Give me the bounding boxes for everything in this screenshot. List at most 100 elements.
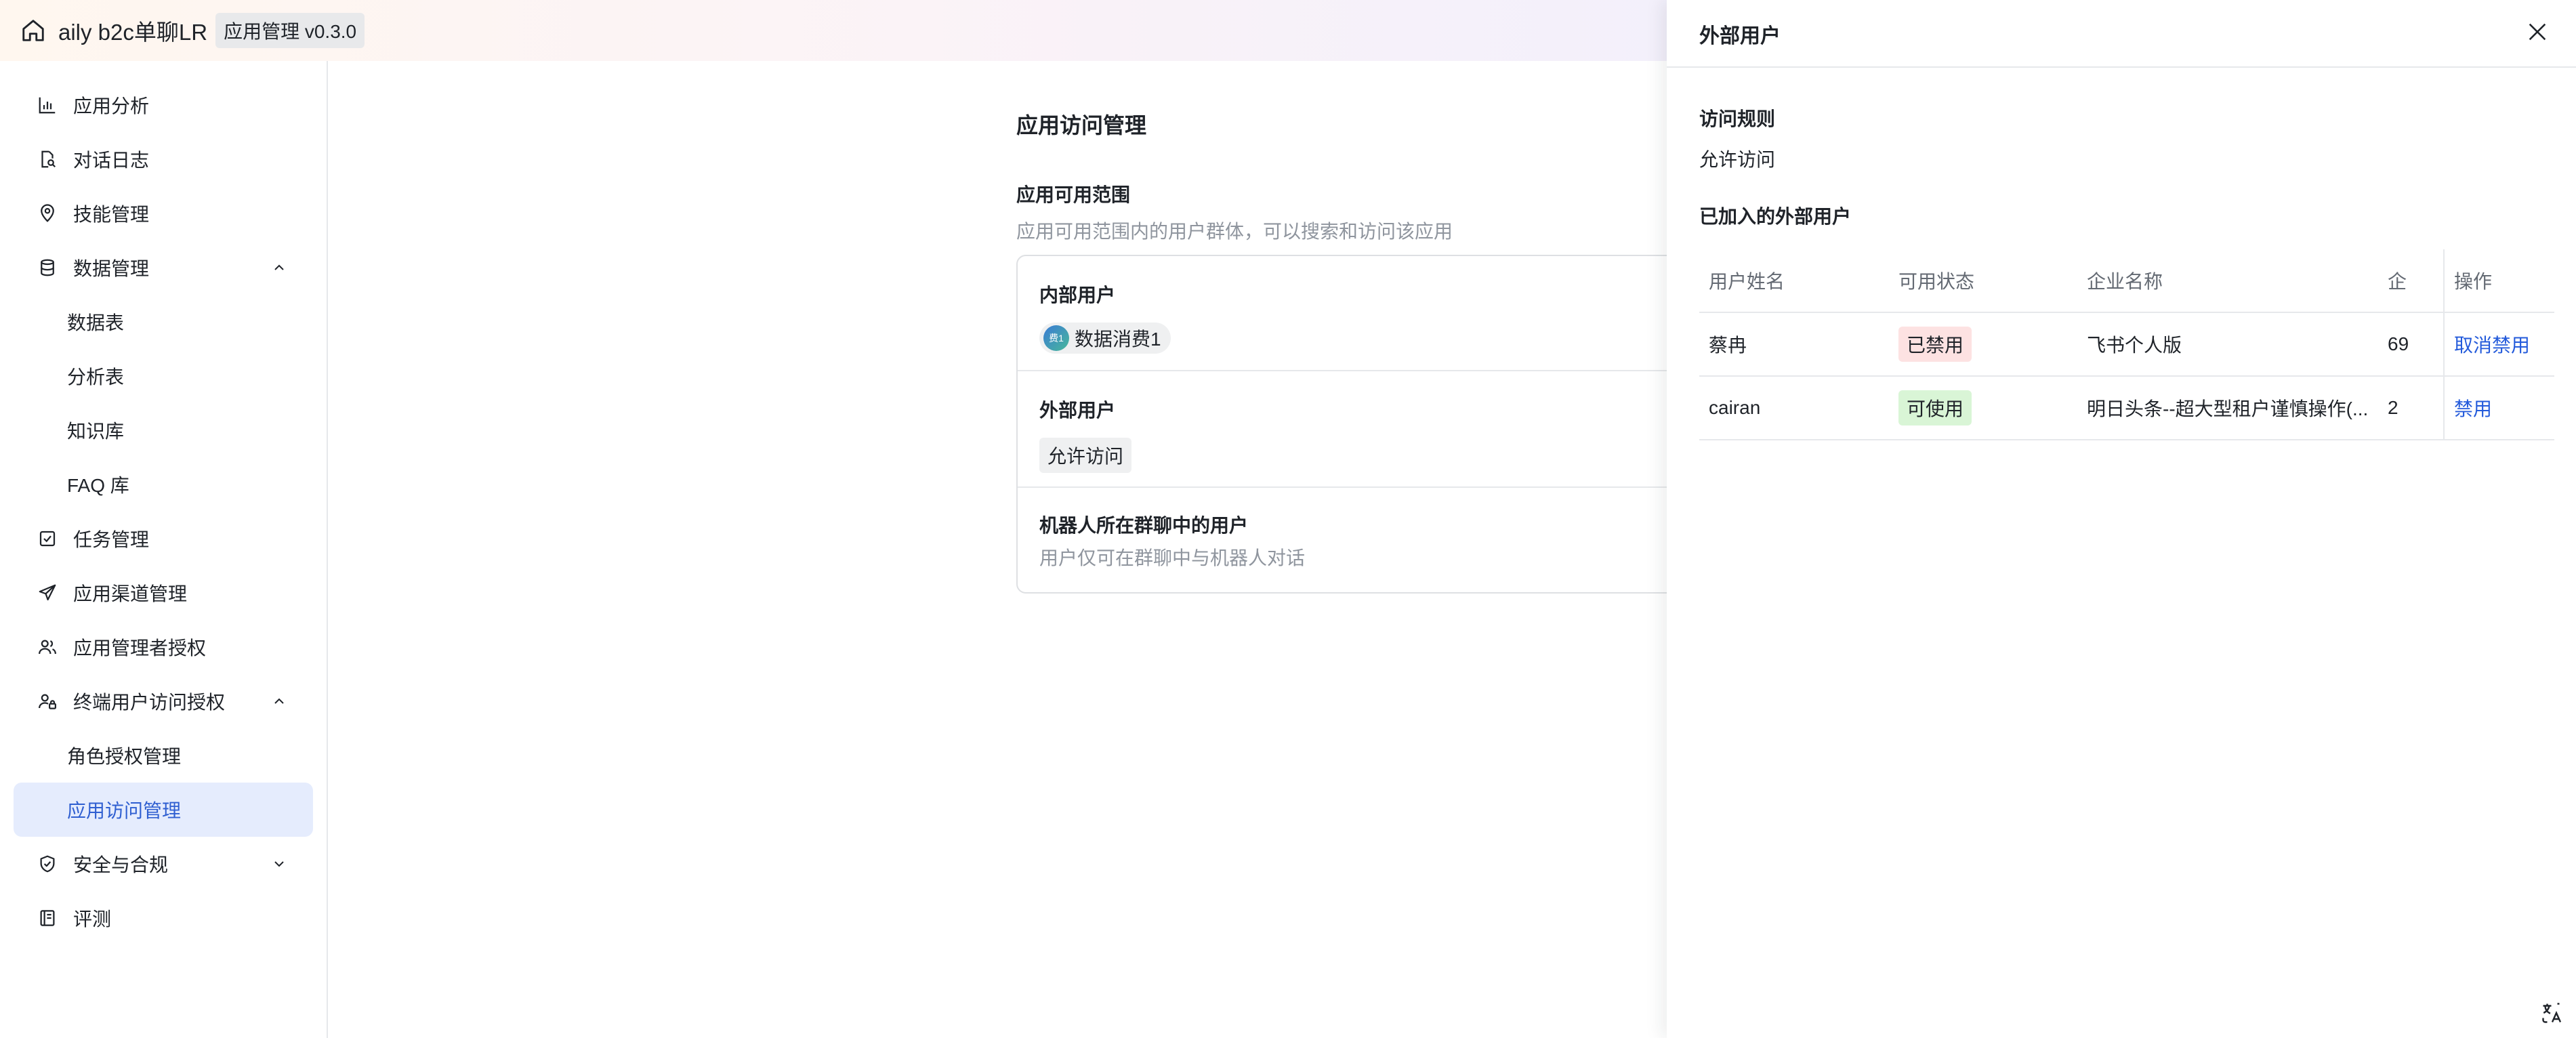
internal-users-title: 内部用户 — [1039, 285, 1116, 306]
sidebar-item-label: 应用分析 — [73, 96, 150, 117]
scope-title: 应用可用范围 — [1016, 184, 1131, 205]
sidebar-item-label: 技能管理 — [73, 204, 150, 225]
translate-icon[interactable] — [2537, 997, 2568, 1029]
top-bar: aily b2c单聊LR 应用管理 v0.3.0 — [0, 0, 1667, 61]
company-cell: 明日头条--超大型租户谨慎操作(... — [2087, 398, 2369, 419]
avatar: 费1 — [1043, 325, 1069, 351]
group-chat-users-desc: 用户仅可在群聊中与机器人对话 — [1039, 547, 1306, 568]
sidebar-item-evaluation[interactable]: 评测 — [14, 891, 313, 945]
user-group-chip-label: 数据消费1 — [1075, 329, 1161, 350]
app-version-badge: 应用管理 v0.3.0 — [215, 13, 365, 48]
sidebar-item-label: 数据管理 — [73, 258, 150, 279]
sidebar-item-label: 分析表 — [67, 367, 125, 388]
truncated-cell: 2 — [2388, 397, 2398, 418]
sidebar-item-label: 知识库 — [67, 421, 125, 442]
sidebar-item-analysis-table[interactable]: 分析表 — [14, 349, 313, 403]
sidebar-item-channels[interactable]: 应用渠道管理 — [14, 566, 313, 620]
sidebar-item-label: 角色授权管理 — [67, 746, 182, 767]
sidebar-item-end-user-auth[interactable]: 终端用户访问授权 — [14, 674, 313, 728]
group-chat-users-title: 机器人所在群聊中的用户 — [1039, 515, 1249, 536]
external-users-title: 外部用户 — [1039, 400, 1116, 421]
location-pin-icon — [34, 200, 61, 227]
sidebar-item-label: 应用渠道管理 — [73, 583, 188, 604]
table-row: 蔡冉 已禁用 飞书个人版 69 取消禁用 — [1699, 313, 2554, 377]
sidebar-item-label: 安全与合规 — [73, 854, 169, 875]
user-group-chip[interactable]: 费1 数据消费1 — [1039, 323, 1171, 354]
sidebar-item-data-table[interactable]: 数据表 — [14, 295, 313, 349]
access-rule-value: 允许访问 — [1699, 149, 1776, 170]
user-lock-icon — [34, 688, 61, 715]
column-header-truncated: 企 — [2388, 271, 2407, 292]
sidebar-item-role-auth[interactable]: 角色授权管理 — [14, 728, 313, 783]
bar-chart-icon — [34, 91, 61, 119]
sidebar-item-label: 终端用户访问授权 — [73, 692, 226, 713]
close-icon — [2526, 20, 2549, 47]
divider — [1018, 486, 1760, 488]
sidebar-item-label: 对话日志 — [73, 150, 150, 171]
sidebar-item-app-analysis[interactable]: 应用分析 — [14, 78, 313, 132]
internal-users-section: 内部用户 费1 数据消费1 — [1018, 281, 1760, 354]
joined-users-label: 已加入的外部用户 — [1699, 206, 1852, 227]
send-icon — [34, 579, 61, 606]
table-row: cairan 可使用 明日头条--超大型租户谨慎操作(... 2 禁用 — [1699, 377, 2554, 440]
database-icon — [34, 254, 61, 281]
chevron-up-icon[interactable] — [266, 254, 293, 281]
home-icon[interactable] — [16, 14, 50, 47]
page-title: 应用访问管理 — [1016, 113, 1147, 138]
status-cell: 已禁用 — [1898, 313, 2075, 375]
clipboard-icon — [34, 905, 61, 932]
table-header-row: 用户姓名 可用状态 企业名称 企 操作 — [1699, 249, 2554, 313]
sidebar-item-faq[interactable]: FAQ 库 — [14, 457, 313, 512]
external-users-drawer: 外部用户 访问规则 允许访问 已加入的外部用户 用户姓名 可用状态 企业名称 企… — [1667, 0, 2576, 1038]
group-chat-users-section: 机器人所在群聊中的用户 用户仅可在群聊中与机器人对话 — [1018, 511, 1760, 570]
drawer-header: 外部用户 — [1667, 0, 2576, 68]
scope-card: 内部用户 费1 数据消费1 外部用户 允许访问 机器人所在群聊中的用户 用户仅可… — [1016, 255, 1762, 594]
sidebar-item-label: 评测 — [73, 909, 112, 930]
sidebar-item-label: 应用访问管理 — [67, 800, 182, 821]
chevron-down-icon[interactable] — [266, 850, 293, 877]
column-header-action: 操作 — [2443, 249, 2554, 312]
sidebar-item-chat-log[interactable]: 对话日志 — [14, 132, 313, 186]
main-content: 应用访问管理 应用可用范围 应用可用范围内的用户群体，可以搜索和访问该应用 内部… — [329, 61, 1762, 1038]
ban-link[interactable]: 禁用 — [2454, 394, 2492, 421]
shield-check-icon — [34, 850, 61, 877]
divider — [1018, 370, 1760, 371]
sidebar-item-knowledge-base[interactable]: 知识库 — [14, 403, 313, 457]
truncated-cell: 69 — [2388, 333, 2409, 354]
sidebar-item-label: 任务管理 — [73, 529, 150, 550]
user-name-cell: cairan — [1709, 397, 1761, 418]
sidebar-item-admin-auth[interactable]: 应用管理者授权 — [14, 620, 313, 674]
external-users-table: 用户姓名 可用状态 企业名称 企 操作 蔡冉 已禁用 飞书个人版 69 取消禁用… — [1699, 249, 2554, 440]
company-cell: 飞书个人版 — [2087, 335, 2182, 356]
column-header-name: 用户姓名 — [1709, 271, 1785, 292]
access-rule-label: 访问规则 — [1699, 108, 1776, 129]
action-cell: 取消禁用 — [2443, 313, 2554, 375]
sidebar-item-label: FAQ 库 — [67, 475, 129, 496]
unban-link[interactable]: 取消禁用 — [2454, 331, 2530, 358]
action-cell: 禁用 — [2443, 377, 2554, 439]
doc-search-icon — [34, 146, 61, 173]
external-users-section[interactable]: 外部用户 允许访问 — [1018, 396, 1760, 473]
sidebar-item-label: 应用管理者授权 — [73, 638, 207, 659]
status-cell: 可使用 — [1898, 377, 2075, 439]
sidebar-item-security[interactable]: 安全与合规 — [14, 837, 313, 891]
users-icon — [34, 634, 61, 661]
sidebar: 应用分析 对话日志 技能管理 数据管理 数据表 分析表 知识库 FAQ 库 任务… — [0, 61, 328, 1038]
app-name: aily b2c单聊LR — [58, 20, 208, 45]
chevron-up-icon[interactable] — [266, 688, 293, 715]
status-badge: 已禁用 — [1898, 327, 1972, 362]
status-badge: 可使用 — [1898, 390, 1972, 425]
close-button[interactable] — [2519, 15, 2556, 51]
column-header-status: 可用状态 — [1898, 271, 1975, 292]
checkbox-icon — [34, 525, 61, 552]
sidebar-item-app-access[interactable]: 应用访问管理 — [14, 783, 313, 837]
scope-description: 应用可用范围内的用户群体，可以搜索和访问该应用 — [1016, 221, 1453, 242]
column-header-company: 企业名称 — [2087, 271, 2163, 292]
drawer-title: 外部用户 — [1699, 25, 1781, 47]
sidebar-item-label: 数据表 — [67, 312, 125, 333]
sidebar-item-skills[interactable]: 技能管理 — [14, 186, 313, 241]
external-access-tag: 允许访问 — [1039, 438, 1132, 473]
sidebar-item-data-management[interactable]: 数据管理 — [14, 241, 313, 295]
sidebar-item-tasks[interactable]: 任务管理 — [14, 512, 313, 566]
user-name-cell: 蔡冉 — [1709, 335, 1747, 356]
